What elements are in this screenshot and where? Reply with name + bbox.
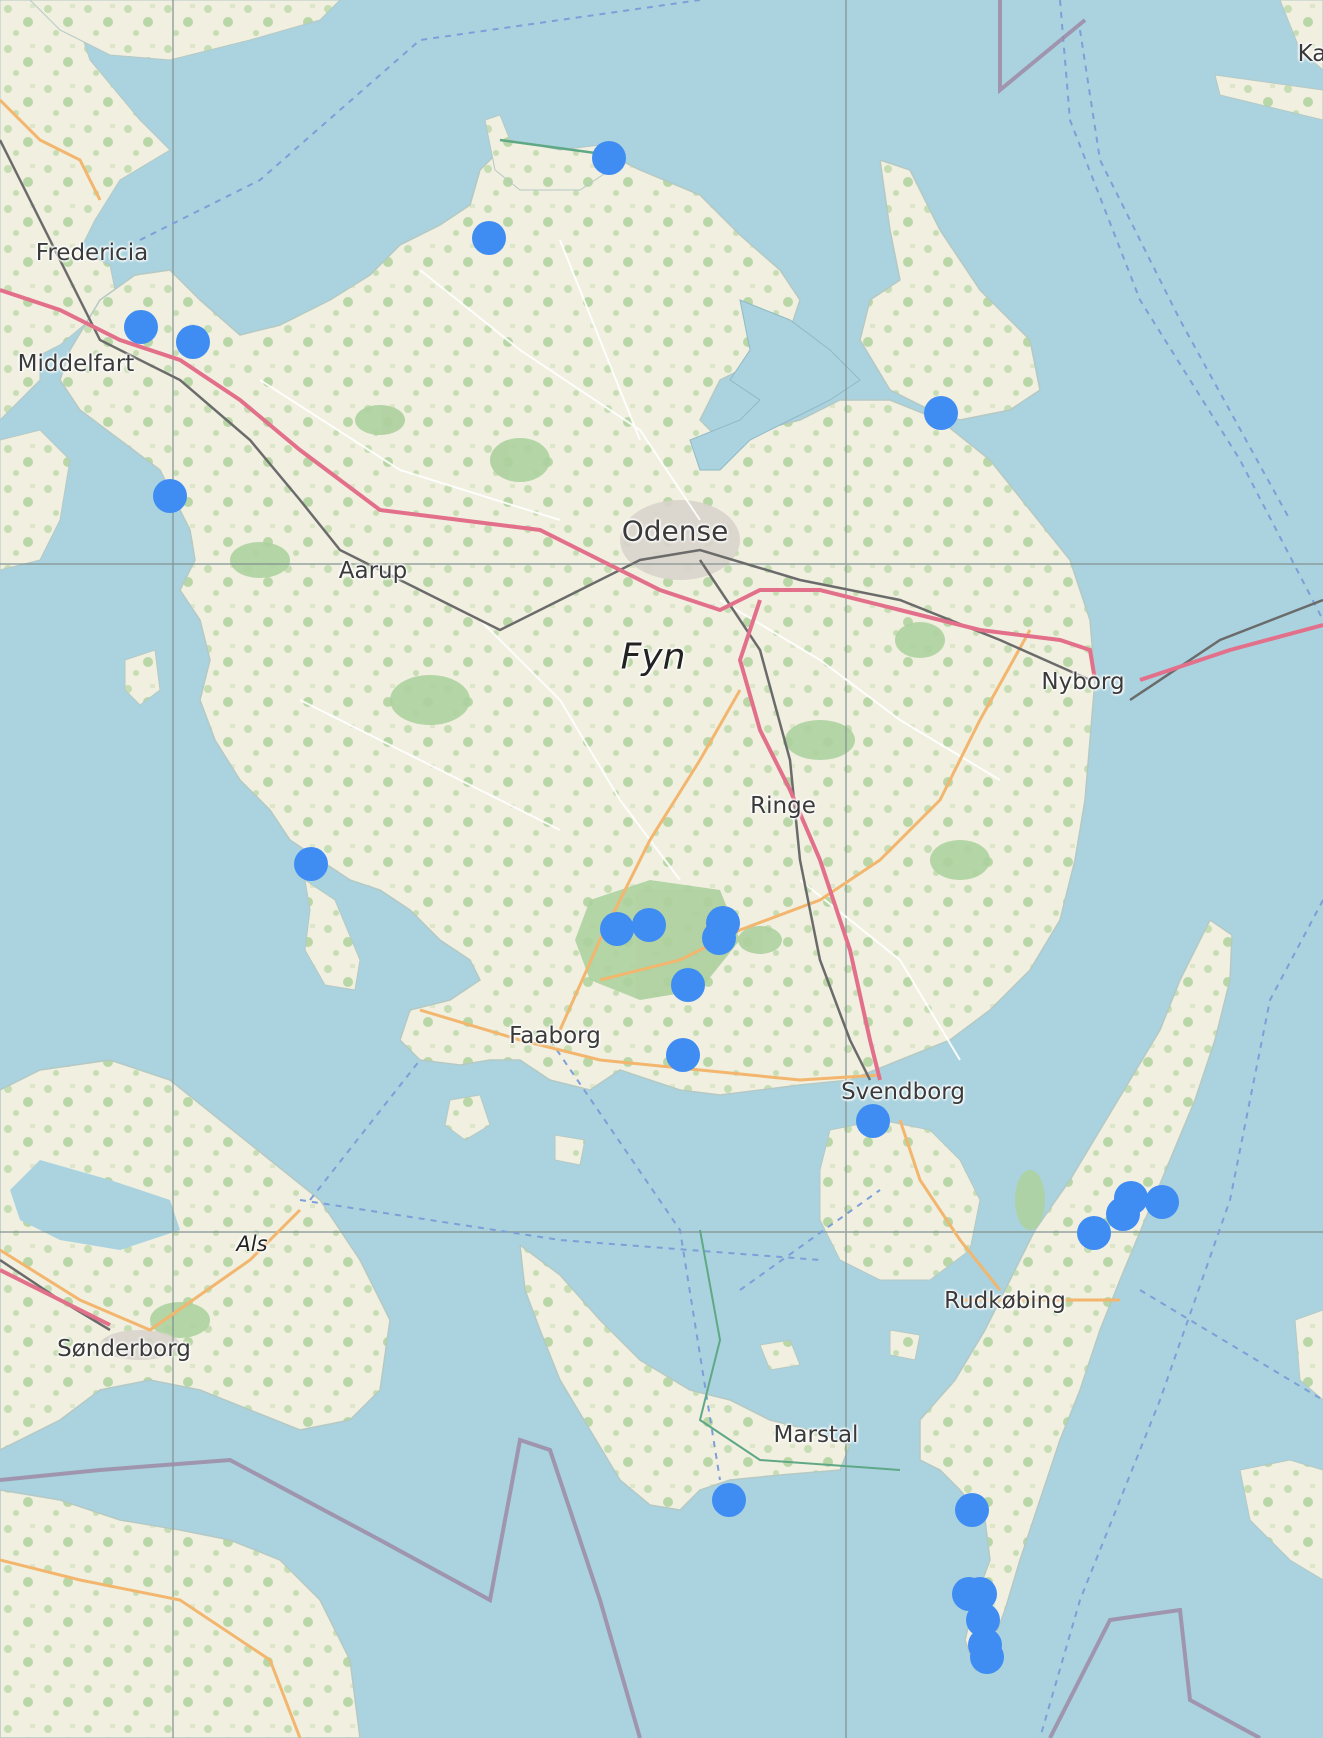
- map-marker[interactable]: [702, 921, 736, 955]
- label-rudkobing: Rudkøbing: [944, 1288, 1066, 1314]
- map-marker[interactable]: [176, 325, 210, 359]
- map-marker[interactable]: [1077, 1216, 1111, 1250]
- map-marker[interactable]: [924, 396, 958, 430]
- land-small-island-2: [554, 1134, 586, 1166]
- label-odense: Odense: [621, 514, 729, 548]
- label-nyborg: Nyborg: [1041, 669, 1125, 695]
- label-als: Als: [236, 1232, 268, 1256]
- map-marker[interactable]: [1106, 1197, 1140, 1231]
- map-marker[interactable]: [970, 1640, 1004, 1674]
- map-marker[interactable]: [666, 1038, 700, 1072]
- map-canvas[interactable]: Fredericia Middelfart Aarup Odense Fyn N…: [0, 0, 1323, 1738]
- map-marker[interactable]: [592, 141, 626, 175]
- label-marstal: Marstal: [773, 1422, 859, 1448]
- label-fyn: Fyn: [620, 636, 686, 678]
- map-marker[interactable]: [856, 1104, 890, 1138]
- label-ka-partial: Ka: [1297, 41, 1323, 67]
- label-svendborg: Svendborg: [841, 1079, 965, 1105]
- label-faaborg: Faaborg: [509, 1023, 601, 1049]
- land-small-island-4: [889, 1329, 921, 1361]
- map-marker[interactable]: [294, 847, 328, 881]
- map-marker[interactable]: [153, 479, 187, 513]
- map-marker[interactable]: [955, 1493, 989, 1527]
- label-aarup: Aarup: [338, 558, 408, 584]
- label-fredericia: Fredericia: [35, 240, 149, 266]
- map-marker[interactable]: [600, 912, 634, 946]
- map-marker[interactable]: [671, 968, 705, 1002]
- map-marker[interactable]: [632, 908, 666, 942]
- map-marker[interactable]: [1145, 1185, 1179, 1219]
- map-marker[interactable]: [124, 310, 158, 344]
- label-ringe: Ringe: [750, 793, 816, 819]
- map-basemap: [0, 0, 1323, 1738]
- label-sonderborg: Sønderborg: [57, 1336, 191, 1362]
- label-middelfart: Middelfart: [17, 351, 135, 377]
- map-marker[interactable]: [472, 221, 506, 255]
- map-marker[interactable]: [712, 1483, 746, 1517]
